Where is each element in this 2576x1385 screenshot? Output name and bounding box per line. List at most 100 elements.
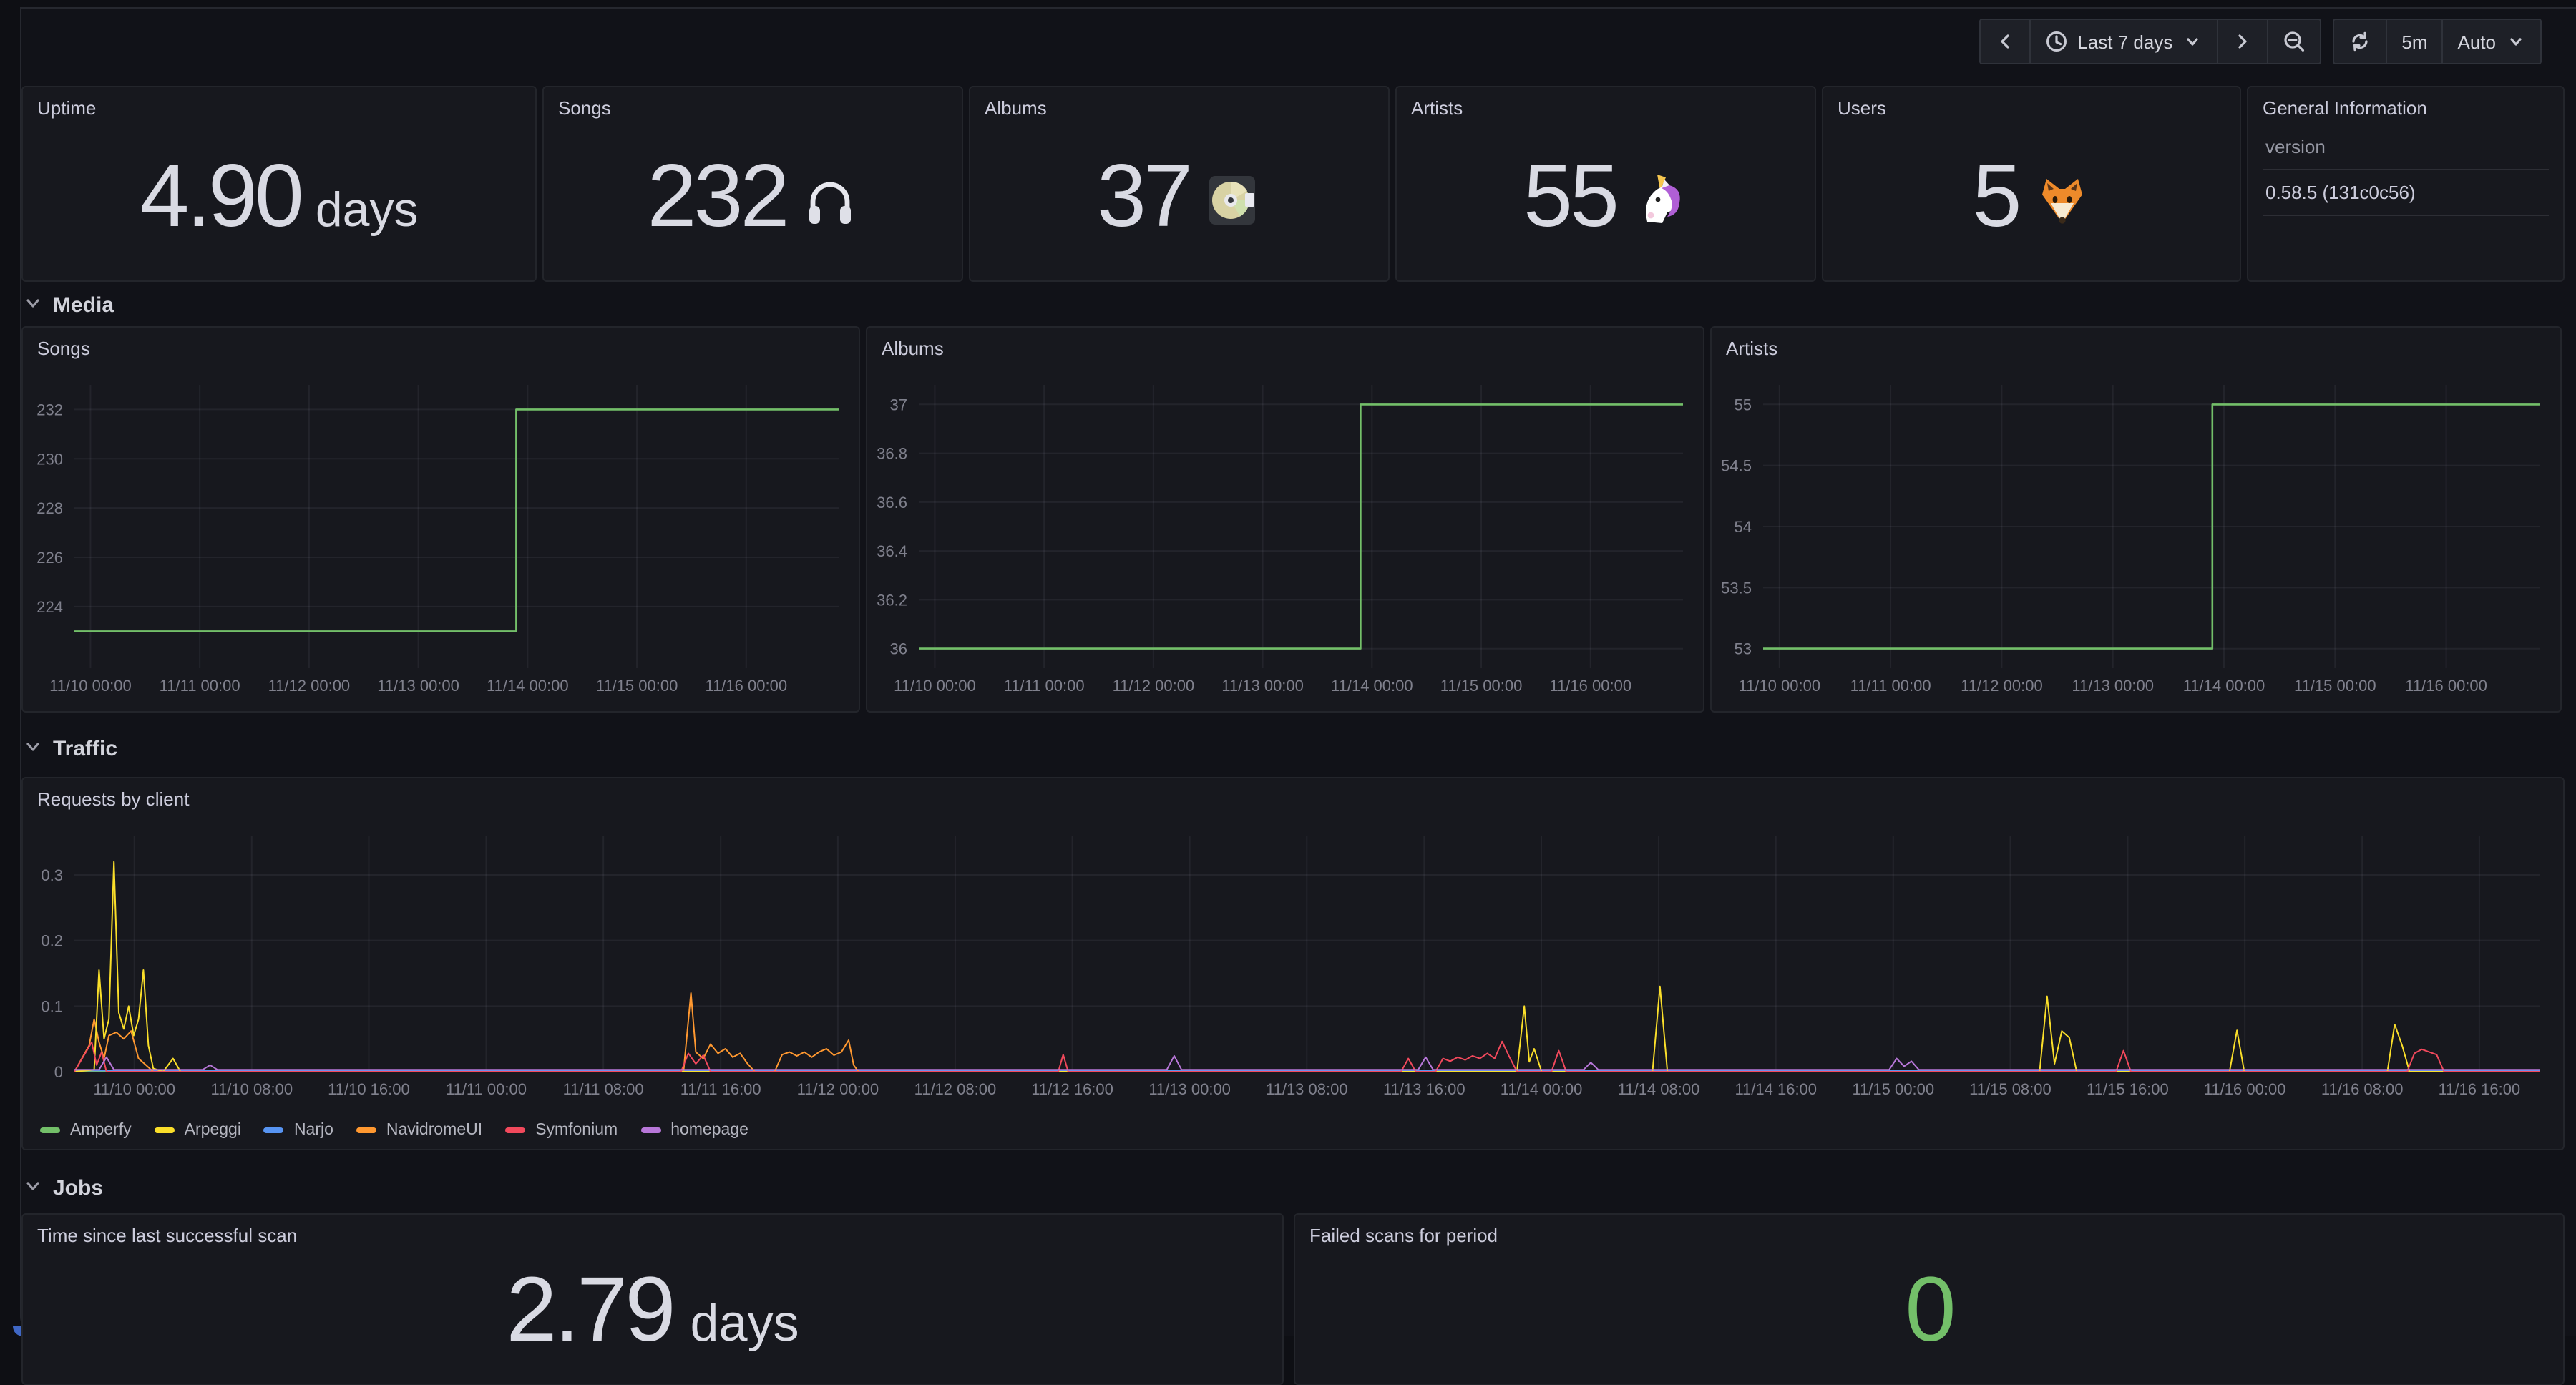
version-column-header[interactable]: version [2263,130,2549,169]
general-information-panel: General Information version 0.58.5 (131c… [2247,86,2565,282]
panel-title[interactable]: Albums [985,97,1047,119]
svg-text:11/14 16:00: 11/14 16:00 [1735,1080,1817,1098]
svg-text:11/13 00:00: 11/13 00:00 [1221,677,1304,695]
svg-text:11/16 00:00: 11/16 00:00 [705,677,787,695]
zoom-out-button[interactable] [2267,20,2320,63]
refresh-interval-label[interactable]: 5m [2386,20,2441,63]
svg-text:11/11 00:00: 11/11 00:00 [446,1080,527,1098]
time-forward-button[interactable] [2217,20,2267,63]
time-back-button[interactable] [1980,20,2029,63]
chevron-down-icon [24,293,42,318]
svg-text:36.6: 36.6 [877,494,907,512]
zoom-out-icon [2283,30,2306,53]
albums-chart[interactable]: 3636.236.436.636.83711/10 00:0011/11 00:… [867,328,1703,711]
artists-value: 55 [1397,124,1815,269]
panel-title[interactable]: Artists [1411,97,1463,119]
time-range-picker[interactable]: Last 7 days [2029,20,2217,63]
songs-chart-panel: Songs 22422622823023211/10 00:0011/11 00… [21,326,860,713]
svg-text:11/14 00:00: 11/14 00:00 [487,677,569,695]
legend-label: Amperfy [70,1122,132,1139]
songs-chart[interactable]: 22422622823023211/10 00:0011/11 00:0011/… [23,328,859,711]
section-header-jobs[interactable]: Jobs [24,1176,103,1200]
svg-text:11/10 00:00: 11/10 00:00 [49,677,132,695]
chevron-right-icon [2233,31,2253,52]
chevron-left-icon [1994,31,2014,52]
svg-text:11/15 00:00: 11/15 00:00 [2294,677,2376,695]
unicorn-emoji [1631,172,1688,236]
legend-item[interactable]: Symfonium [505,1122,618,1139]
svg-text:0: 0 [54,1063,63,1081]
legend-swatch [264,1127,284,1133]
svg-text:54.5: 54.5 [1721,457,1752,475]
svg-text:11/12 00:00: 11/12 00:00 [268,677,351,695]
legend-item[interactable]: NavidromeUI [356,1122,482,1139]
panel-title[interactable]: Users [1838,97,1886,119]
failed-scans-panel: Failed scans for period 0 [1294,1213,2565,1385]
svg-text:37: 37 [890,396,907,413]
svg-text:232: 232 [36,401,63,419]
songs-stat-panel: Songs 232 [542,86,963,282]
legend-swatch [505,1127,525,1133]
svg-text:11/13 00:00: 11/13 00:00 [2072,677,2154,695]
artists-chart-panel: Artists 5353.55454.55511/10 00:0011/11 0… [1710,326,2562,713]
section-header-traffic[interactable]: Traffic [24,737,117,761]
traffic-legend: Amperfy Arpeggi Narjo NavidromeUI Symfonium h… [40,1122,748,1139]
headphones-emoji [801,172,858,236]
legend-item[interactable]: Arpeggi [155,1122,241,1139]
svg-text:53: 53 [1735,640,1752,658]
legend-swatch [40,1127,60,1133]
grafana-dashboard: Last 7 days 5m Auto Uptime [0,0,2576,1336]
songs-value: 232 [544,124,962,269]
panel-title[interactable]: Uptime [37,97,96,119]
table-divider [2263,215,2549,216]
svg-text:11/15 08:00: 11/15 08:00 [1969,1080,2051,1098]
svg-text:11/14 00:00: 11/14 00:00 [1501,1080,1583,1098]
panel-title[interactable]: Failed scans for period [1309,1225,1498,1246]
legend-label: Symfonium [535,1122,618,1139]
panel-title[interactable]: Songs [558,97,611,119]
users-stat-panel: Users 5 [1822,86,2241,282]
panel-title[interactable]: Time since last successful scan [37,1225,297,1246]
legend-swatch [640,1127,660,1133]
svg-text:11/12 00:00: 11/12 00:00 [797,1080,879,1098]
artists-chart[interactable]: 5353.55454.55511/10 00:0011/11 00:0011/1… [1712,328,2560,711]
svg-text:11/10 00:00: 11/10 00:00 [894,677,976,695]
albums-chart-panel: Albums 3636.236.436.636.83711/10 00:0011… [866,326,1704,713]
svg-text:11/14 00:00: 11/14 00:00 [2183,677,2265,695]
requests-chart[interactable]: 00.10.20.311/10 00:0011/10 08:0011/10 16… [23,778,2563,1149]
svg-text:11/12 00:00: 11/12 00:00 [1113,677,1195,695]
svg-text:11/11 16:00: 11/11 16:00 [680,1080,761,1098]
albums-stat-panel: Albums 37 [969,86,1390,282]
svg-text:36: 36 [890,640,907,658]
time-picker-group: Last 7 days [1979,19,2321,64]
failed-scans-value: 0 [1295,1263,2563,1355]
refresh-icon [2348,30,2371,53]
users-value: 5 [1823,124,2240,269]
legend-item[interactable]: Narjo [264,1122,333,1139]
svg-text:11/12 08:00: 11/12 08:00 [914,1080,997,1098]
svg-text:11/10 00:00: 11/10 00:00 [1739,677,1821,695]
svg-text:11/10 08:00: 11/10 08:00 [210,1080,293,1098]
legend-label: homepage [670,1122,748,1139]
svg-text:11/12 00:00: 11/12 00:00 [1961,677,2043,695]
requests-by-client-panel: Requests by client 00.10.20.311/10 00:00… [21,777,2565,1150]
svg-text:11/14 08:00: 11/14 08:00 [1618,1080,1700,1098]
svg-text:228: 228 [36,499,63,517]
uptime-value: 4.90days [23,124,535,269]
refresh-interval-picker[interactable]: Auto [2442,20,2541,63]
refresh-group: 5m Auto [2333,19,2542,64]
version-table: version 0.58.5 (131c0c56) [2263,130,2549,216]
svg-text:11/11 08:00: 11/11 08:00 [563,1080,644,1098]
svg-text:11/16 00:00: 11/16 00:00 [2405,677,2487,695]
legend-swatch [155,1127,175,1133]
svg-text:11/14 00:00: 11/14 00:00 [1331,677,1413,695]
refresh-button[interactable] [2334,20,2386,63]
time-range-label: Last 7 days [2077,31,2172,52]
legend-item[interactable]: homepage [640,1122,748,1139]
panel-title[interactable]: General Information [2263,97,2427,119]
svg-text:11/10 00:00: 11/10 00:00 [93,1080,175,1098]
auto-label: Auto [2458,31,2497,52]
section-header-media[interactable]: Media [24,293,114,318]
legend-item[interactable]: Amperfy [40,1122,132,1139]
svg-text:11/13 16:00: 11/13 16:00 [1383,1080,1465,1098]
